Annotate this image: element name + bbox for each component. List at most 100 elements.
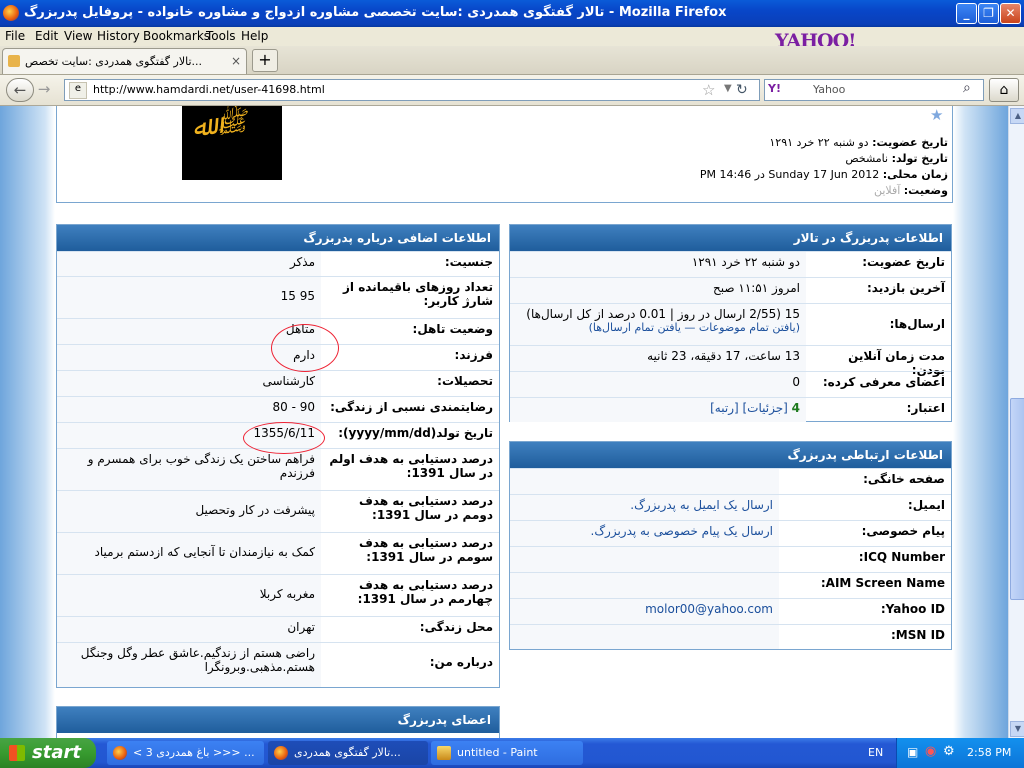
posts-count: 15 (2/55 ارسال در روز | 0.01 درصد از کل … — [526, 307, 800, 321]
home-button[interactable]: ⌂ — [989, 78, 1019, 102]
contact-info-title: اطلاعات ارتباطی پدربزرگ — [510, 442, 951, 468]
summary-line: تاریخ تولد: نامشخص — [845, 152, 948, 165]
windows-logo-icon — [9, 745, 25, 761]
start-label: start — [32, 742, 81, 763]
table-row: اعضای معرفی کرده: 0 — [510, 371, 951, 398]
table-row: ارسال‌ها: 15 (2/55 ارسال در روز | 0.01 د… — [510, 303, 951, 346]
taskbar-item-firefox-2[interactable]: تالار گفتگوی همدردی... — [268, 741, 428, 765]
close-window-button[interactable]: ✕ — [1000, 3, 1021, 24]
vertical-scrollbar[interactable]: ▲ ▼ — [1008, 106, 1024, 738]
menu-help[interactable]: Help — [241, 29, 268, 43]
table-row: AIM Screen Name: — [510, 572, 951, 599]
paint-icon — [437, 746, 451, 760]
table-row: ایمیل: ارسال یک ایمیل به پدربزرگ. — [510, 494, 951, 521]
tab-label: تالار گفتگوی همدردی :سایت تخصص... — [25, 55, 203, 68]
table-row: تعداد روزهای باقیمانده از شارژ کاربر: 95… — [57, 276, 499, 319]
summary-line: وضعیت: آفلاین — [873, 184, 948, 197]
start-button[interactable]: start — [0, 738, 96, 768]
scrollbar-thumb[interactable] — [1010, 398, 1024, 600]
tray-app-icon[interactable]: ⚙ — [943, 744, 955, 759]
clock: 2:58 PM — [967, 746, 1012, 759]
tab-close-icon[interactable]: × — [231, 54, 241, 68]
tab-hamdardi[interactable]: تالار گفتگوی همدردی :سایت تخصص... × — [2, 48, 247, 74]
find-posts-link[interactable]: (یافتن تمام موضوعات — یافتن تمام ارسال‌ه… — [516, 321, 800, 334]
opera-icon[interactable]: ◉ — [925, 744, 936, 759]
back-button[interactable]: ← — [6, 78, 34, 102]
send-pm-link[interactable]: ارسال یک پیام خصوصی به پدربزرگ. — [591, 524, 774, 538]
window-title-bar: تالار گفتگوی همدردی :سایت تخصصی مشاوره ا… — [0, 0, 1024, 27]
table-row: ICQ Number: — [510, 546, 951, 573]
scroll-down-icon[interactable]: ▼ — [1010, 721, 1024, 737]
network-icon[interactable]: ▣ — [907, 745, 918, 759]
profile-summary: ﷺ ﷲ ★ تاریخ عضویت: دو شنبه ۲۲ خرد ۱۲۹۱ ت… — [56, 106, 953, 203]
table-row: درصد دستیابی به هدف سومم در سال 1391: کم… — [57, 532, 499, 575]
menu-tools[interactable]: Tools — [206, 29, 236, 43]
menu-bar: File Edit View History Bookmarks Tools H… — [0, 27, 1024, 46]
history-dropdown-icon[interactable]: ▼ — [724, 83, 732, 94]
star-icon: ★ — [930, 106, 944, 124]
table-row: MSN ID: — [510, 624, 951, 649]
table-row: جنسیت: مذکر — [57, 251, 499, 277]
contact-info-panel: اطلاعات ارتباطی پدربزرگ صفحه خانگی: ایمی… — [509, 441, 952, 650]
yahoo-id-link[interactable]: molor00@yahoo.com — [645, 602, 773, 616]
table-row: تاریخ عضویت: دو شنبه ۲۲ خرد ۱۲۹۱ — [510, 251, 951, 278]
taskbar-item-firefox-1[interactable]: < باغ همدردی 3 >>> ... — [107, 741, 264, 765]
maximize-button[interactable]: ❐ — [978, 3, 999, 24]
windows-taskbar: start < باغ همدردی 3 >>> ... تالار گفتگو… — [0, 738, 1024, 768]
minimize-button[interactable]: _ — [956, 3, 977, 24]
table-row: درصد دستیابی به هدف دومم در سال 1391: پی… — [57, 490, 499, 533]
reload-icon[interactable]: ↻ — [736, 82, 748, 98]
red-annotation-circle — [271, 324, 339, 372]
search-placeholder: Yahoo — [813, 83, 846, 96]
table-row: درباره من: راضی هستم از زندگیم.عاشق عطر … — [57, 642, 499, 687]
table-row: Yahoo ID: molor00@yahoo.com — [510, 598, 951, 625]
table-row: پیام خصوصی: ارسال یک پیام خصوصی به پدربز… — [510, 520, 951, 547]
menu-bookmarks[interactable]: Bookmarks — [143, 29, 210, 43]
user-avatar: ﷺ ﷲ — [182, 106, 282, 180]
language-indicator[interactable]: EN — [868, 746, 883, 759]
search-engine-icon[interactable]: Y! — [768, 82, 781, 95]
forum-info-panel: اطلاعات پدربزرگ در تالار تاریخ عضویت: دو… — [509, 224, 952, 422]
members-title: اعضای پدربزرگ — [57, 707, 499, 733]
menu-file[interactable]: File — [5, 29, 25, 43]
window-title: تالار گفتگوی همدردی :سایت تخصصی مشاوره ا… — [24, 5, 727, 20]
table-row: مدت زمان آنلاین بودن: 13 ساعت، 17 دقیقه،… — [510, 345, 951, 377]
bookmark-star-icon[interactable]: ☆ — [702, 81, 715, 99]
address-url[interactable]: http://www.hamdardi.net/user-41698.html — [93, 83, 325, 96]
search-icon[interactable]: ⌕ — [963, 80, 971, 96]
page-content: ﷺ ﷲ ★ تاریخ عضویت: دو شنبه ۲۲ خرد ۱۲۹۱ ت… — [0, 106, 1008, 738]
table-row: تحصیلات: کارشناسی — [57, 370, 499, 397]
tab-bar: تالار گفتگوی همدردی :سایت تخصص... × + — [0, 46, 1024, 75]
table-row: محل زندگی: تهران — [57, 616, 499, 643]
avatar-calligraphy: ﷺ ﷲ — [190, 106, 249, 144]
system-tray: ▣ ◉ ⚙ 2:58 PM — [896, 738, 1024, 768]
summary-line: زمان محلی: Sunday 17 Jun 2012 در 14:46 P… — [699, 168, 948, 181]
table-row: درصد دستیابی به هدف چهارمم در سال 1391: … — [57, 574, 499, 617]
firefox-icon — [3, 5, 19, 21]
forward-button[interactable]: → — [35, 78, 53, 100]
firefox-icon — [113, 746, 127, 760]
forum-info-title: اطلاعات پدربزرگ در تالار — [510, 225, 951, 251]
navigation-toolbar: ← → e http://www.hamdardi.net/user-41698… — [0, 75, 1024, 106]
new-tab-button[interactable]: + — [252, 49, 278, 72]
taskbar-item-paint[interactable]: untitled - Paint — [431, 741, 583, 765]
menu-history[interactable]: History — [97, 29, 140, 43]
reputation-links[interactable]: [جزئیات] [رتبه] — [710, 401, 788, 415]
extra-info-panel: اطلاعات اضافی درباره پدربزرگ جنسیت: مذکر… — [56, 224, 500, 688]
menu-view[interactable]: View — [64, 29, 92, 43]
table-row: آخرین بازدید: امروز ۱۱:۵۱ صبح — [510, 277, 951, 304]
send-email-link[interactable]: ارسال یک ایمیل به پدربزرگ. — [630, 498, 773, 512]
extra-info-title: اطلاعات اضافی درباره پدربزرگ — [57, 225, 499, 251]
firefox-icon — [274, 746, 288, 760]
menu-edit[interactable]: Edit — [35, 29, 58, 43]
table-row: رضایتمندی نسبی از زندگی: 90 - 80 — [57, 396, 499, 423]
scroll-up-icon[interactable]: ▲ — [1010, 108, 1024, 124]
table-row: اعتبار: 4 [جزئیات] [رتبه] — [510, 397, 951, 422]
address-bar[interactable]: e http://www.hamdardi.net/user-41698.htm… — [64, 79, 760, 101]
reputation-value: 4 — [791, 401, 800, 415]
summary-line: تاریخ عضویت: دو شنبه ۲۲ خرد ۱۲۹۱ — [769, 136, 948, 149]
table-row: درصد دستیابی به هدف اولم در سال 1391: فر… — [57, 448, 499, 491]
search-box[interactable]: Y! Yahoo ⌕ — [764, 79, 984, 101]
page-favicon-icon — [8, 55, 20, 67]
site-identity-icon[interactable]: e — [69, 82, 87, 99]
